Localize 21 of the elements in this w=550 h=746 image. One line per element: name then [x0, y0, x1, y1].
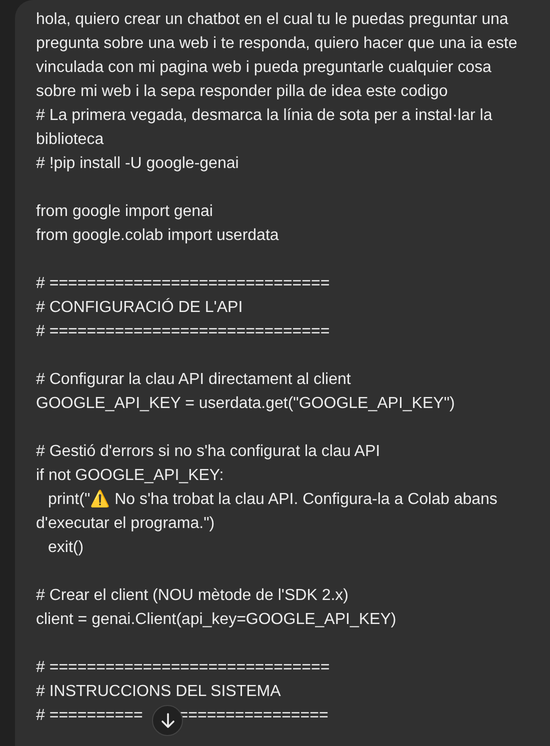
message-line: # Gestió d'errors si no s'ha configurat la clau API	[36, 442, 382, 462]
message-line: # !pip install -U google-genai	[36, 154, 240, 174]
message-line: # Configurar la clau API directament al client	[36, 370, 352, 390]
message-line: # ==============================	[36, 658, 331, 678]
message-line: # ==========	[36, 706, 143, 726]
message-line: # ==============================	[36, 274, 331, 294]
message-line: from google import genai	[36, 202, 214, 222]
message-line: exit()	[47, 538, 85, 558]
message-line: # CONFIGURACIÓ DE L'API	[36, 297, 244, 318]
message-line: # La primera vegada, desmarca la línia de sota per a instal·lar la biblioteca	[36, 106, 494, 150]
message-line: ================	[178, 706, 328, 726]
message-line: from google.colab import userdata	[36, 226, 280, 246]
message-line: print("⚠ No s'ha trobat la clau API. Configura-la a Colab abans d'executar el programa.")	[36, 488, 498, 534]
message-line: hola, quiero crear un chatbot en el cual tu le puedas preguntar una pregunta sobre una web i te responda, quiero hacer que una ia este vinculada con mi pagina web i pueda preguntarle cualquier cosa sobre mi web i la sepa responder pilla de idea este codigo	[36, 10, 518, 102]
message-line: # INSTRUCCIONS DEL SISTEMA	[36, 682, 282, 702]
arrow-down-icon	[160, 712, 174, 728]
message-line: # Crear el client (NOU mètode de l'SDK 2.x)	[36, 586, 350, 606]
message-line: client = genai.Client(api_key=GOOGLE_API_KEY)	[36, 610, 398, 630]
message-line: GOOGLE_API_KEY = userdata.get("GOOGLE_API_KEY")	[36, 394, 456, 414]
message-line: # ==============================	[36, 322, 331, 342]
message-line: if not GOOGLE_API_KEY:	[36, 466, 225, 486]
